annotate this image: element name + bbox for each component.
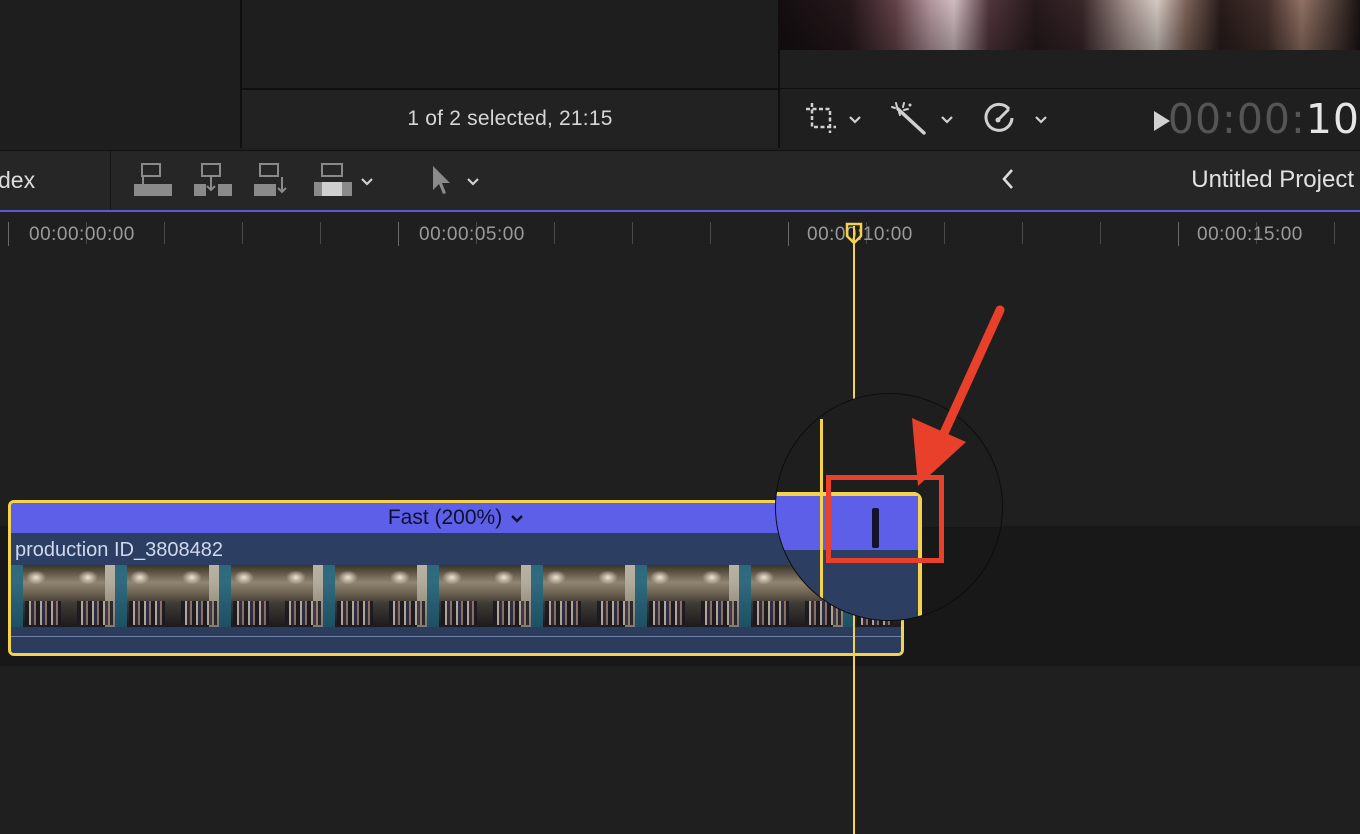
filmstrip-frame (323, 565, 375, 627)
magnified-playhead (820, 419, 823, 620)
timeline-toolbar: dex Untitled Project (0, 150, 1360, 211)
chevron-down-icon (360, 177, 374, 187)
clip-title-row: production ID_3808482 (11, 535, 901, 565)
ruler-label: 00:00:00:00 (29, 224, 135, 245)
filmstrip-frame (167, 565, 219, 627)
browser-selection-status: 1 of 2 selected, 21:15 (242, 90, 778, 148)
chevron-down-icon (1034, 115, 1048, 125)
ruler-tick (398, 222, 399, 246)
clip-filmstrip (11, 565, 901, 627)
retime-button[interactable] (982, 101, 1048, 140)
ruler-tick (320, 222, 321, 244)
arrow-select-icon (430, 164, 454, 201)
filmstrip-frame (635, 565, 687, 627)
enhancements-button[interactable] (890, 101, 954, 140)
timeline-ruler[interactable]: 00:00:00:00 00:00:05:00 00:00:10:00 00:0… (0, 212, 1360, 252)
libraries-pane (0, 0, 242, 148)
ruler-tick (632, 222, 633, 244)
chevron-down-icon (940, 115, 954, 125)
chevron-down-icon (848, 115, 862, 125)
overwrite-clip-button[interactable] (314, 162, 374, 203)
append-clip-icon (254, 162, 292, 203)
video-clip[interactable]: Fast (200%) production ID_3808482 (8, 500, 904, 656)
ruler-label: 00:00:05:00 (419, 224, 525, 245)
tool-select-button[interactable] (430, 163, 480, 201)
filmstrip-frame (375, 565, 427, 627)
filmstrip-frame (427, 565, 479, 627)
chevron-down-icon[interactable] (510, 506, 524, 530)
magic-wand-icon (890, 101, 928, 140)
browser-pane[interactable] (242, 0, 778, 90)
viewer-timecode[interactable]: 00:00:10 (1168, 95, 1360, 143)
overwrite-clip-icon (314, 162, 352, 203)
connect-clip-icon (134, 162, 172, 203)
ruler-tick (1334, 222, 1335, 244)
timecode-dim: 00:00: (1167, 95, 1306, 143)
filmstrip-frame (63, 565, 115, 627)
index-button[interactable]: dex (0, 167, 35, 194)
timecode-frames: 10 (1305, 95, 1360, 143)
filmstrip-frame (219, 565, 271, 627)
filmstrip-frame (271, 565, 323, 627)
retime-bar[interactable]: Fast (200%) (11, 503, 901, 533)
ruler-tick (1178, 222, 1179, 246)
ruler-tick (1100, 222, 1101, 244)
ruler-tick (554, 222, 555, 244)
ruler-tick (944, 222, 945, 244)
retime-speed-label: Fast (200%) (387, 506, 503, 529)
append-clip-button[interactable] (254, 162, 292, 203)
filmstrip-frame (583, 565, 635, 627)
ruler-tick (1022, 222, 1023, 244)
clip-audio-waveform (11, 627, 901, 653)
ruler-label: 00:00:15:00 (1197, 224, 1303, 245)
project-title: Untitled Project (1191, 166, 1354, 193)
ruler-tick (788, 222, 789, 246)
ruler-tick (242, 222, 243, 244)
chevron-left-icon (1000, 169, 1016, 195)
viewer-video-frame (780, 0, 1360, 50)
chevron-down-icon (466, 177, 480, 187)
playhead-handle[interactable] (845, 222, 863, 251)
filmstrip-frame (687, 565, 739, 627)
filmstrip-frame (479, 565, 531, 627)
red-arrow-icon (900, 300, 1010, 495)
ruler-tick (164, 222, 165, 244)
clip-title: production ID_3808482 (15, 539, 223, 561)
speedometer-icon (982, 101, 1016, 140)
toolbar-divider (110, 151, 111, 211)
ruler-tick (710, 222, 711, 244)
viewer-toolbar: 00:00:10 (780, 88, 1360, 149)
timeline-history-back-button[interactable] (1000, 167, 1016, 196)
filmstrip-frame (11, 565, 63, 627)
insert-clip-icon (194, 162, 232, 203)
insert-clip-button[interactable] (194, 162, 232, 203)
crop-tool-button[interactable] (804, 101, 862, 140)
crop-icon (804, 101, 838, 140)
filmstrip-frame (531, 565, 583, 627)
filmstrip-frame (115, 565, 167, 627)
connect-clip-button[interactable] (134, 162, 172, 203)
ruler-tick (8, 222, 9, 246)
